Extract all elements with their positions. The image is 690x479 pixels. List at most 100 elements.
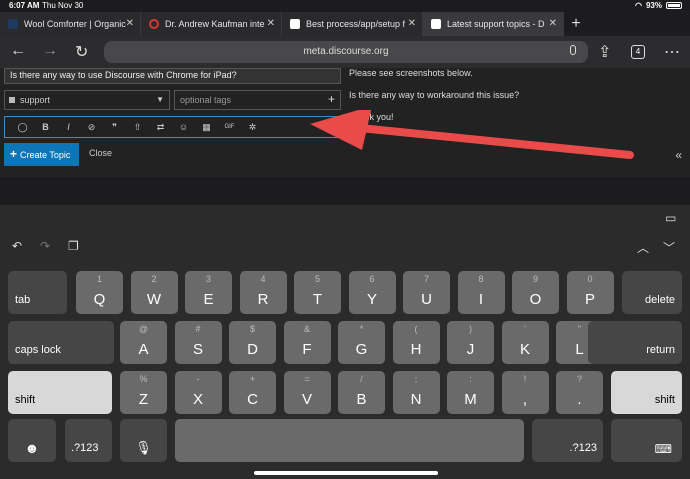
- browser-tab-1[interactable]: Wool Comforter | Organic ✕: [0, 12, 141, 36]
- category-select[interactable]: support ▼: [4, 90, 170, 110]
- url-bar[interactable]: meta.discourse.org: [104, 41, 588, 63]
- back-icon[interactable]: ←: [10, 42, 26, 60]
- bold-icon[interactable]: B: [34, 122, 57, 132]
- key-x[interactable]: -X: [174, 371, 222, 414]
- tab-key[interactable]: tab: [8, 271, 67, 314]
- key-g[interactable]: * G: [338, 321, 385, 364]
- shift-right-key[interactable]: shift: [611, 371, 682, 414]
- tab-title: Dr. Andrew Kaufman inte: [165, 19, 265, 29]
- key-h[interactable]: (H: [392, 321, 440, 364]
- more-icon[interactable]: ⋯: [664, 42, 680, 62]
- undo-icon[interactable]: ↶: [12, 239, 22, 253]
- key-s[interactable]: # S: [174, 321, 222, 364]
- topic-title-input[interactable]: Is there any way to use Discourse with C…: [4, 68, 341, 84]
- composer-toolbar: ◯ B I ⊘ ❞ ⇧ ⇄ ☺ ▦ GIF ✲: [4, 116, 341, 138]
- key-char: M: [464, 391, 477, 408]
- reload-icon[interactable]: ↻: [75, 42, 88, 62]
- key-p[interactable]: 0P: [566, 271, 614, 314]
- key-c[interactable]: + C: [229, 371, 276, 414]
- key-j[interactable]: ) J: [447, 321, 494, 364]
- key-e[interactable]: 3E: [185, 271, 232, 314]
- quote-bubble-icon[interactable]: ◯: [11, 122, 34, 133]
- keyboard-gap: [0, 177, 690, 205]
- key-q[interactable]: 1Q: [76, 271, 123, 314]
- key-b[interactable]: / B: [338, 371, 385, 414]
- key-alt: 2: [151, 274, 157, 284]
- status-date: Thu Nov 30: [42, 1, 84, 10]
- forward-icon[interactable]: →: [42, 42, 58, 60]
- key-r[interactable]: 4R: [239, 271, 287, 314]
- key-period[interactable]: ?.: [556, 371, 603, 414]
- mic-icon[interactable]: [570, 45, 576, 55]
- key-alt: :: [469, 374, 472, 384]
- key-a[interactable]: @ A: [120, 321, 167, 364]
- status-right: ◠ 93%: [635, 1, 682, 10]
- key-o[interactable]: 9O: [512, 271, 559, 314]
- keyboard-toggle-icon[interactable]: ▭: [665, 211, 676, 225]
- space-key[interactable]: [175, 419, 524, 462]
- emoji-key[interactable]: ☻: [8, 419, 56, 462]
- key-char: Y: [366, 291, 377, 308]
- key-d[interactable]: $ D: [229, 321, 276, 364]
- new-tab-button[interactable]: +: [564, 12, 588, 36]
- paste-icon[interactable]: ❐: [68, 239, 79, 253]
- key-w[interactable]: 2W: [130, 271, 178, 314]
- gear-icon[interactable]: ✲: [241, 122, 264, 133]
- emoji-icon: ☻: [24, 440, 40, 456]
- emoji-icon[interactable]: ☺: [172, 122, 195, 132]
- dictation-key[interactable]: 🎙: [120, 419, 167, 462]
- key-alt: 0: [587, 274, 593, 284]
- calendar-icon[interactable]: ▦: [195, 122, 218, 133]
- browser-tab-3[interactable]: Best process/app/setup f ✕: [282, 12, 423, 36]
- shift-left-key[interactable]: shift: [8, 371, 112, 414]
- key-u[interactable]: 7U: [403, 271, 450, 314]
- key-v[interactable]: = V: [283, 371, 331, 414]
- browser-tab-2[interactable]: Dr. Andrew Kaufman inte ✕: [141, 12, 282, 36]
- key-k[interactable]: ' K: [501, 321, 549, 364]
- key-alt: 5: [314, 274, 320, 284]
- key-char: A: [138, 341, 149, 358]
- key-i[interactable]: 8I: [457, 271, 505, 314]
- key-f[interactable]: & F: [283, 321, 331, 364]
- close-icon[interactable]: ✕: [267, 18, 275, 29]
- close-icon[interactable]: ✕: [549, 18, 557, 29]
- browser-tab-4[interactable]: Latest support topics - D ✕: [423, 12, 564, 36]
- blockquote-icon[interactable]: ❞: [103, 122, 126, 133]
- tags-input[interactable]: optional tags +: [174, 90, 341, 110]
- key-n[interactable]: ; N: [392, 371, 440, 414]
- numbers-key-right[interactable]: .?123: [532, 419, 603, 462]
- key-comma[interactable]: !,: [501, 371, 549, 414]
- key-char: H: [410, 341, 422, 358]
- create-topic-label: Create Topic: [20, 150, 71, 160]
- delete-key[interactable]: delete: [622, 271, 682, 314]
- gif-icon[interactable]: GIF: [218, 124, 241, 130]
- numbers-key-left[interactable]: .?123: [65, 419, 112, 462]
- key-label: delete: [645, 294, 675, 306]
- return-key[interactable]: return: [588, 321, 682, 364]
- key-char: ,: [522, 391, 528, 408]
- share-icon[interactable]: ⇪: [598, 42, 611, 62]
- convert-icon[interactable]: ⇄: [149, 122, 172, 133]
- key-alt: #: [195, 324, 201, 334]
- caps-lock-key[interactable]: caps lock: [8, 321, 114, 364]
- tab-count-button[interactable]: 4: [631, 45, 645, 59]
- chevron-down-icon[interactable]: ﹀: [663, 239, 675, 256]
- italic-icon[interactable]: I: [57, 122, 80, 132]
- key-y[interactable]: 6Y: [348, 271, 396, 314]
- category-swatch: [9, 97, 15, 103]
- key-alt: @: [138, 324, 149, 334]
- create-topic-button[interactable]: + Create Topic: [4, 143, 79, 166]
- upload-icon[interactable]: ⇧: [126, 122, 149, 133]
- key-m[interactable]: :M: [447, 371, 494, 414]
- hide-keyboard-key[interactable]: ⌨: [611, 419, 682, 462]
- close-button[interactable]: Close: [89, 148, 112, 158]
- chevron-up-icon[interactable]: ︿: [637, 239, 649, 256]
- key-z[interactable]: % Z: [120, 371, 167, 414]
- key-alt: %: [139, 374, 148, 384]
- link-icon[interactable]: ⊘: [80, 122, 103, 133]
- key-t[interactable]: 5T: [294, 271, 341, 314]
- close-icon[interactable]: ✕: [126, 18, 134, 29]
- collapse-preview-icon[interactable]: «: [675, 148, 682, 162]
- close-icon[interactable]: ✕: [408, 18, 416, 29]
- redo-icon[interactable]: ↷: [40, 239, 50, 253]
